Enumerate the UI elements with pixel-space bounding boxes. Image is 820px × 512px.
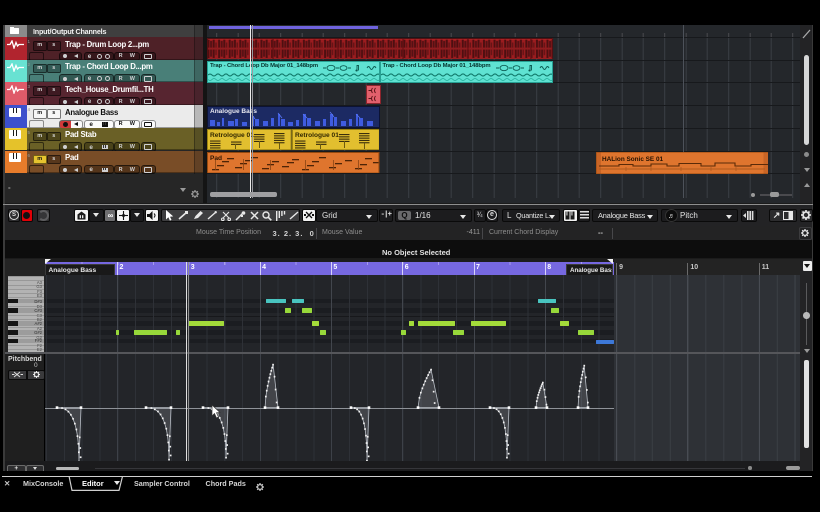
svg-text:Retrologue 01: Retrologue 01 (295, 132, 339, 139)
svg-text:Retrologue 01: Retrologue 01 (210, 132, 254, 139)
svg-text:Pad: Pad (210, 155, 222, 162)
svg-text:HALion Sonic SE 01: HALion Sonic SE 01 (602, 156, 664, 163)
